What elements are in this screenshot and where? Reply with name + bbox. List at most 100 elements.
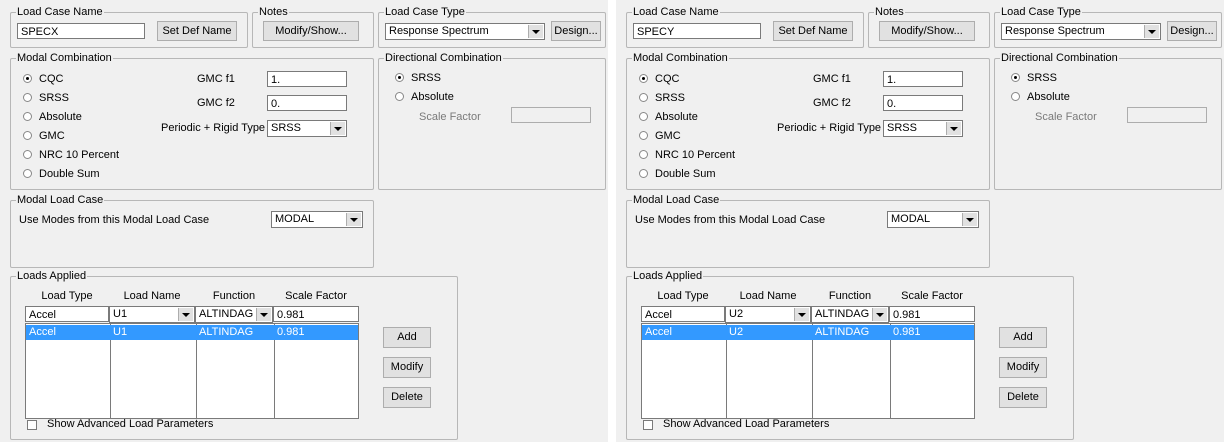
load-name-select[interactable]: U2: [725, 306, 811, 323]
modal-load-case-title: Modal Load Case: [16, 193, 105, 207]
modal-combination-radio-nrc-10-percent[interactable]: [23, 150, 32, 159]
load-name-value: U2: [729, 308, 744, 320]
load-case-type-value: Response Spectrum: [1005, 25, 1105, 37]
modal-combination-option-label: Absolute: [39, 111, 82, 123]
load-case-panel-left: Load Case Name SPECX Set Def Name Notes …: [0, 0, 608, 442]
directional-combination-radio-srss[interactable]: [395, 73, 404, 82]
table-cell: U1: [113, 326, 128, 338]
directional-combination-radio-srss[interactable]: [1011, 73, 1020, 82]
show-advanced-label: Show Advanced Load Parameters: [47, 418, 214, 430]
chevron-down-icon[interactable]: [794, 308, 809, 321]
loads-applied-group: Loads Applied Load Type Load Name Functi…: [626, 269, 1074, 440]
load-type-input[interactable]: Accel: [641, 306, 725, 322]
notes-title: Notes: [258, 5, 289, 19]
directional-combination-radio-absolute[interactable]: [1011, 92, 1020, 101]
load-case-type-group: Load Case Type Response Spectrum Design.…: [994, 5, 1222, 48]
periodic-rigid-type-select[interactable]: SRSS: [883, 120, 963, 137]
directional-combination-group: Directional Combination SRSS Absolute Sca…: [994, 51, 1222, 190]
table-cell: U2: [729, 326, 744, 338]
loads-list[interactable]: Accel U2 ALTINDAG 0.981: [641, 323, 975, 419]
modal-combination-radio-srss[interactable]: [23, 93, 32, 102]
modal-load-case-group: Modal Load Case Use Modes from this Moda…: [10, 193, 374, 268]
show-advanced-checkbox[interactable]: [27, 420, 37, 430]
set-def-name-button[interactable]: Set Def Name: [157, 21, 237, 41]
delete-button[interactable]: Delete: [383, 387, 431, 408]
load-case-name-input[interactable]: SPECX: [17, 23, 145, 39]
table-row[interactable]: [26, 325, 358, 340]
modal-load-case-select[interactable]: MODAL: [271, 211, 363, 228]
periodic-rigid-type-select[interactable]: SRSS: [267, 120, 347, 137]
notes-modify-show-button[interactable]: Modify/Show...: [879, 21, 975, 41]
modal-combination-option-label: Absolute: [655, 111, 698, 123]
load-case-type-select[interactable]: Response Spectrum: [1001, 23, 1161, 40]
load-case-type-select[interactable]: Response Spectrum: [385, 23, 545, 40]
modal-combination-radio-gmc[interactable]: [23, 131, 32, 140]
modal-combination-radio-absolute[interactable]: [639, 112, 648, 121]
design-button[interactable]: Design...: [551, 21, 601, 41]
modal-combination-radio-absolute[interactable]: [23, 112, 32, 121]
load-case-type-value: Response Spectrum: [389, 25, 489, 37]
set-def-name-button[interactable]: Set Def Name: [773, 21, 853, 41]
modal-load-case-select[interactable]: MODAL: [887, 211, 979, 228]
table-row[interactable]: [642, 325, 974, 340]
modal-combination-radio-double-sum[interactable]: [23, 169, 32, 178]
function-select[interactable]: ALTINDAG: [195, 306, 273, 323]
load-case-name-group: Load Case Name SPECY Set Def Name: [626, 5, 864, 48]
table-cell: ALTINDAG: [815, 326, 870, 338]
design-button[interactable]: Design...: [1167, 21, 1217, 41]
scale-factor-label: Scale Factor: [419, 111, 481, 123]
chevron-down-icon[interactable]: [1144, 25, 1159, 38]
table-cell: 0.981: [277, 326, 305, 338]
modal-combination-option-label: SRSS: [39, 92, 69, 104]
chevron-down-icon[interactable]: [178, 308, 193, 321]
chevron-down-icon[interactable]: [256, 308, 271, 321]
modal-combination-radio-cqc[interactable]: [23, 74, 32, 83]
show-advanced-checkbox[interactable]: [643, 420, 653, 430]
gmc-f2-input[interactable]: 0.: [883, 95, 963, 111]
scale-factor-input: [511, 107, 591, 123]
modal-load-case-value: MODAL: [275, 213, 315, 225]
chevron-down-icon[interactable]: [330, 122, 345, 135]
chevron-down-icon[interactable]: [946, 122, 961, 135]
notes-title: Notes: [874, 5, 905, 19]
modify-button[interactable]: Modify: [999, 357, 1047, 378]
chevron-down-icon[interactable]: [872, 308, 887, 321]
directional-combination-radio-absolute[interactable]: [395, 92, 404, 101]
load-type-header: Load Type: [657, 290, 709, 302]
chevron-down-icon[interactable]: [962, 213, 977, 226]
load-type-input[interactable]: Accel: [25, 306, 109, 322]
load-case-name-input[interactable]: SPECY: [633, 23, 761, 39]
modal-combination-radio-nrc-10-percent[interactable]: [639, 150, 648, 159]
load-case-name-group: Load Case Name SPECX Set Def Name: [10, 5, 248, 48]
gmc-f1-input[interactable]: 1.: [883, 71, 963, 87]
periodic-rigid-type-label: Periodic + Rigid Type: [777, 122, 882, 134]
load-name-select[interactable]: U1: [109, 306, 195, 323]
add-button[interactable]: Add: [383, 327, 431, 348]
modal-combination-option-label: NRC 10 Percent: [655, 149, 736, 161]
function-select[interactable]: ALTINDAG: [811, 306, 889, 323]
table-cell: Accel: [645, 326, 672, 338]
load-case-name-title: Load Case Name: [632, 5, 720, 19]
modal-combination-radio-gmc[interactable]: [639, 131, 648, 140]
function-header: Function: [212, 290, 256, 302]
gmc-f2-input[interactable]: 0.: [267, 95, 347, 111]
scale-factor-value-input[interactable]: 0.981: [273, 306, 359, 322]
use-modes-label: Use Modes from this Modal Load Case: [19, 214, 210, 226]
directional-combination-option-label: SRSS: [1027, 72, 1057, 84]
modal-combination-radio-srss[interactable]: [639, 93, 648, 102]
delete-button[interactable]: Delete: [999, 387, 1047, 408]
modal-combination-radio-double-sum[interactable]: [639, 169, 648, 178]
loads-list[interactable]: Accel U1 ALTINDAG 0.981: [25, 323, 359, 419]
loads-applied-group: Loads Applied Load Type Load Name Functi…: [10, 269, 458, 440]
modal-combination-option-label: Double Sum: [39, 168, 100, 180]
modify-button[interactable]: Modify: [383, 357, 431, 378]
chevron-down-icon[interactable]: [346, 213, 361, 226]
chevron-down-icon[interactable]: [528, 25, 543, 38]
show-advanced-label: Show Advanced Load Parameters: [663, 418, 830, 430]
scale-factor-value-input[interactable]: 0.981: [889, 306, 975, 322]
periodic-rigid-type-value: SRSS: [887, 122, 917, 134]
notes-modify-show-button[interactable]: Modify/Show...: [263, 21, 359, 41]
modal-combination-radio-cqc[interactable]: [639, 74, 648, 83]
gmc-f1-input[interactable]: 1.: [267, 71, 347, 87]
add-button[interactable]: Add: [999, 327, 1047, 348]
